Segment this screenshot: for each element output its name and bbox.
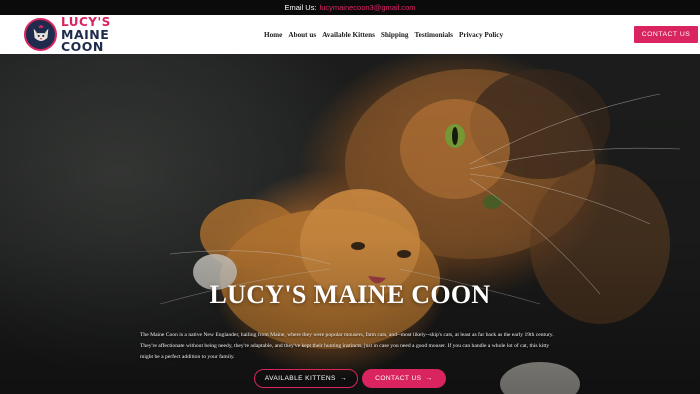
cat-head-icon <box>24 18 57 51</box>
logo-line-1: LUCY'S <box>61 14 111 29</box>
email-link[interactable]: lucymainecoon3@gmail.com <box>320 3 416 12</box>
nav-about-us[interactable]: About us <box>288 31 316 39</box>
nav-shipping[interactable]: Shipping <box>381 31 409 39</box>
header-contact-button[interactable]: CONTACT US <box>634 26 698 43</box>
nav-testimonials[interactable]: Testimonials <box>415 31 453 39</box>
nav-available-kittens[interactable]: Available Kittens <box>322 31 375 39</box>
nav-privacy-policy[interactable]: Privacy Policy <box>459 31 503 39</box>
hero-contact-button[interactable]: CONTACT US → <box>362 369 446 388</box>
arrow-right-icon: → <box>339 375 348 382</box>
hero-description: The Maine Coon is a native New Englander… <box>140 332 554 360</box>
available-kittens-label: AVAILABLE KITTENS <box>264 375 336 382</box>
available-kittens-button[interactable]: AVAILABLE KITTENS → <box>254 369 358 388</box>
top-announcement-bar: Email Us: lucymainecoon3@gmail.com <box>0 0 700 15</box>
arrow-right-icon: → <box>425 375 433 382</box>
nav-home[interactable]: Home <box>264 31 282 39</box>
main-nav: Home About us Available Kittens Shipping… <box>264 15 509 54</box>
site-header: LUCY'S MAINE COON Home About us Availabl… <box>0 15 700 54</box>
email-label: Email Us: <box>284 3 317 12</box>
hero-section: LUCY'S MAINE COON The Maine Coon is a na… <box>0 54 700 394</box>
hero-title: LUCY'S MAINE COON <box>209 280 491 309</box>
site-logo[interactable]: LUCY'S MAINE COON <box>24 14 154 54</box>
logo-line-2: MAINE COON <box>61 26 110 54</box>
hero-contact-label: CONTACT US <box>375 375 422 382</box>
